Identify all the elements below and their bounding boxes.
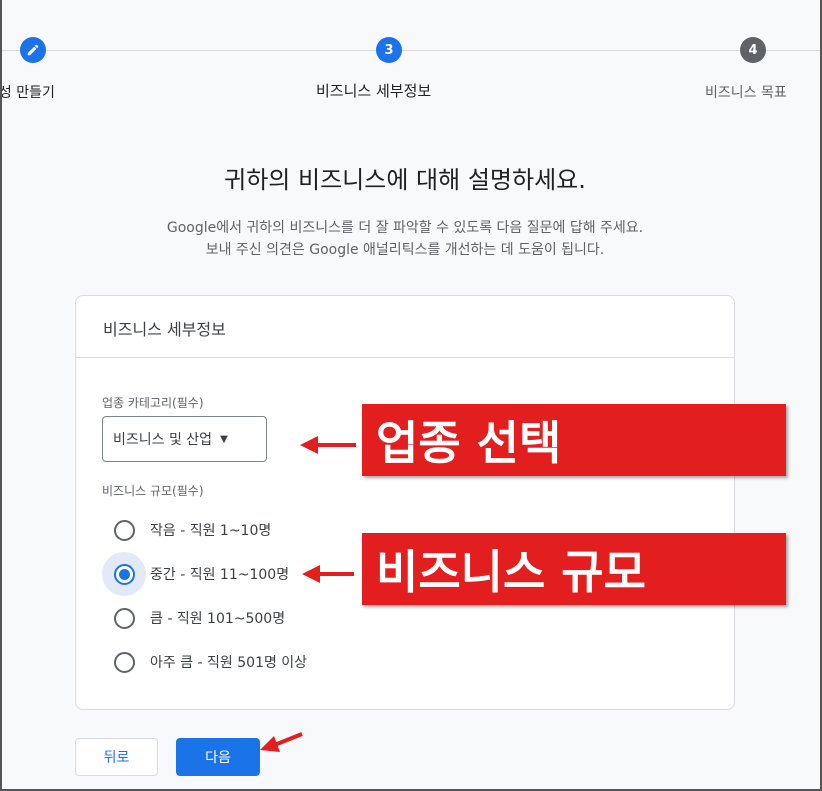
size-annotation-banner: 비즈니스 규모 (362, 533, 786, 605)
step-1-label[interactable]: 속성 만들기 (0, 82, 55, 102)
arrow-left-icon (260, 732, 303, 752)
step-4-label: 비즈니스 목표 (705, 85, 787, 101)
subtitle-line-2: 보내 주신 의견은 Google 애널리틱스를 개선하는 데 도움이 됩니다. (205, 242, 605, 258)
radio-wrap[interactable] (102, 552, 146, 596)
radio-wrap[interactable] (102, 596, 146, 640)
category-label: 업종 카테고리(필수) (102, 396, 204, 410)
subtitle-line-1: Google에서 귀하의 비즈니스를 더 잘 파악할 수 있도록 다음 질문에 … (166, 220, 644, 236)
stepper: 속성 만들기 3 비즈니스 세부정보 4 비즈니스 목표 (0, 0, 822, 130)
category-select[interactable]: 비즈니스 및 산업 ▼ (102, 416, 267, 462)
category-selected-value: 비즈니스 및 산업 (113, 432, 213, 448)
page-title: 귀하의 비즈니스에 대해 설명하세요. (224, 166, 586, 194)
radio-button-checked[interactable] (113, 563, 135, 585)
step-connector (46, 50, 376, 51)
size-option-label: 아주 큼 - 직원 501명 이상 (150, 655, 308, 671)
next-button[interactable]: 다음 (176, 738, 260, 776)
size-option-very-large[interactable]: 아주 큼 - 직원 501명 이상 (102, 640, 307, 684)
arrow-left-icon (302, 565, 354, 583)
size-label: 비즈니스 규모(필수) (102, 484, 204, 498)
page-subtitle: Google에서 귀하의 비즈니스를 더 잘 파악할 수 있도록 다음 질문에 … (0, 217, 810, 261)
step-connector (402, 50, 740, 51)
radio-button[interactable] (113, 519, 135, 541)
step-4-circle: 4 (740, 37, 766, 63)
size-option-label: 큼 - 직원 101~500명 (150, 611, 286, 627)
card-header: 비즈니스 세부정보 (76, 296, 734, 358)
category-annotation-banner: 업종 선택 (362, 404, 786, 476)
business-details-card: 비즈니스 세부정보 업종 카테고리(필수) 비즈니스 및 산업 ▼ 비즈니스 규… (75, 295, 735, 710)
radio-button[interactable] (113, 651, 135, 673)
step-1-edit-icon[interactable] (20, 37, 46, 63)
size-option-label: 작음 - 직원 1~10명 (150, 523, 272, 539)
radio-wrap[interactable] (102, 508, 146, 552)
step-connector (766, 50, 822, 51)
arrow-left-icon (300, 436, 356, 454)
size-option-medium[interactable]: 중간 - 직원 11~100명 (102, 552, 289, 596)
radio-button[interactable] (113, 607, 135, 629)
radio-wrap[interactable] (102, 640, 146, 684)
size-option-small[interactable]: 작음 - 직원 1~10명 (102, 508, 271, 552)
dropdown-caret-icon: ▼ (220, 433, 228, 445)
back-button[interactable]: 뒤로 (75, 738, 158, 776)
step-3-label: 비즈니스 세부정보 (316, 82, 432, 100)
step-3-circle: 3 (376, 37, 402, 63)
size-option-label: 중간 - 직원 11~100명 (150, 567, 290, 583)
size-option-large[interactable]: 큼 - 직원 101~500명 (102, 596, 285, 640)
step-connector (0, 50, 20, 51)
